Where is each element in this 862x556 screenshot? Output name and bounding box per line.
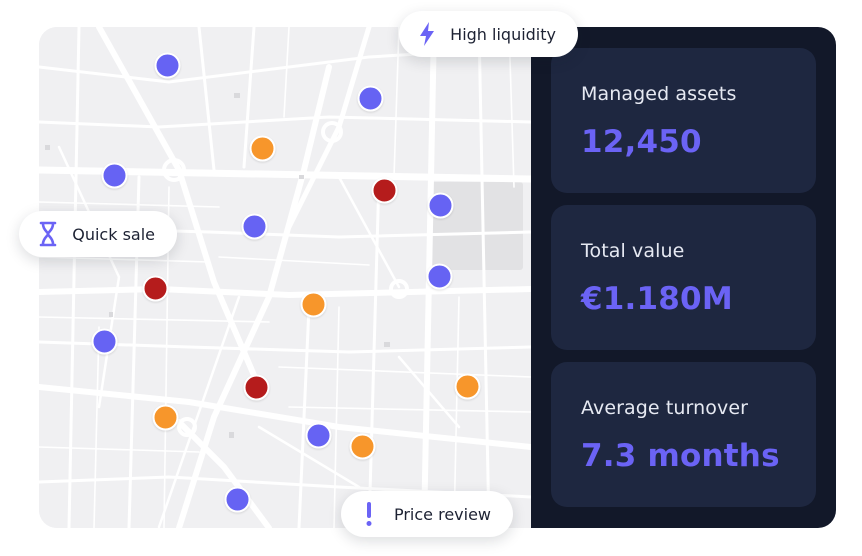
- property-pin[interactable]: [249, 135, 276, 162]
- high-liquidity-label: High liquidity: [450, 24, 556, 44]
- property-pin[interactable]: [224, 486, 251, 513]
- map-panel[interactable]: [39, 27, 531, 528]
- total-value-card: Total value €1.180M: [551, 205, 816, 350]
- average-turnover-value: 7.3 months: [581, 438, 780, 474]
- quick-sale-label: Quick sale: [72, 224, 155, 244]
- exclamation-icon: [359, 501, 380, 527]
- property-pin[interactable]: [243, 374, 270, 401]
- managed-assets-card: Managed assets 12,450: [551, 48, 816, 193]
- property-pin[interactable]: [305, 422, 332, 449]
- average-turnover-label: Average turnover: [581, 397, 749, 419]
- price-review-label: Price review: [393, 504, 491, 524]
- lightning-icon: [417, 21, 436, 47]
- property-pin[interactable]: [454, 373, 481, 400]
- property-pin[interactable]: [349, 433, 376, 460]
- stats-panel: Managed assets 12,450 Total value €1.180…: [531, 27, 836, 528]
- property-pin[interactable]: [357, 85, 384, 112]
- price-review-chip[interactable]: Price review: [341, 491, 513, 537]
- managed-assets-label: Managed assets: [581, 83, 737, 105]
- quick-sale-chip[interactable]: Quick sale: [19, 211, 177, 257]
- high-liquidity-chip[interactable]: High liquidity: [399, 11, 578, 57]
- property-pin[interactable]: [142, 275, 169, 302]
- property-pin[interactable]: [300, 291, 327, 318]
- property-pin[interactable]: [241, 213, 268, 240]
- total-value-label: Total value: [581, 240, 685, 262]
- hourglass-icon: [37, 221, 58, 247]
- property-pin[interactable]: [371, 177, 398, 204]
- property-pin[interactable]: [152, 404, 179, 431]
- property-pin[interactable]: [427, 192, 454, 219]
- property-pin[interactable]: [101, 162, 128, 189]
- total-value-value: €1.180M: [581, 281, 733, 317]
- property-pin[interactable]: [91, 328, 118, 355]
- street-map: [39, 27, 531, 528]
- managed-assets-value: 12,450: [581, 124, 702, 160]
- average-turnover-card: Average turnover 7.3 months: [551, 362, 816, 507]
- property-pin[interactable]: [426, 263, 453, 290]
- property-pin[interactable]: [154, 52, 181, 79]
